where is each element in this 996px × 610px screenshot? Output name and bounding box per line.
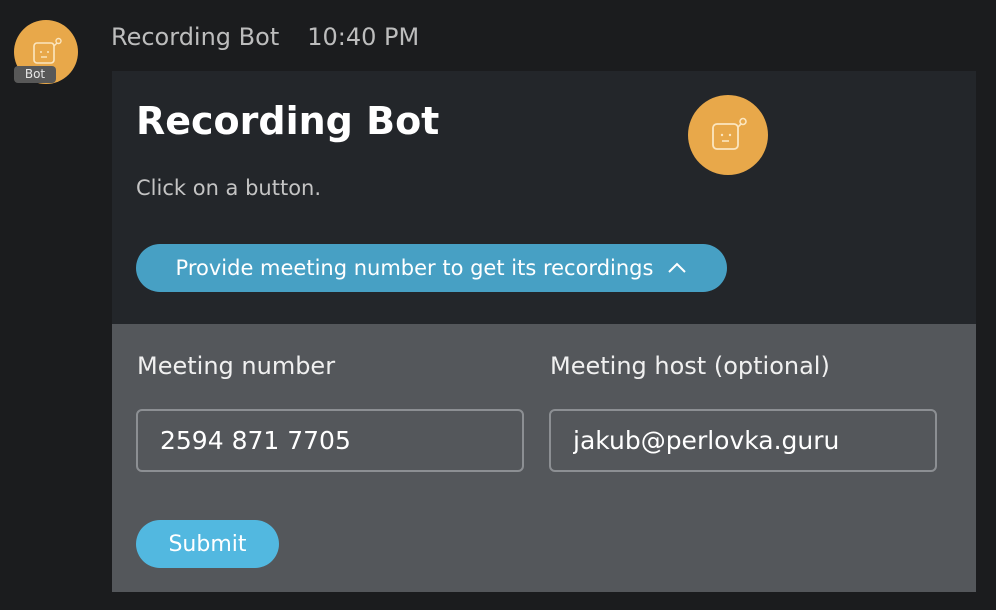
adaptive-card: Recording Bot Click on a button. Provide…	[112, 71, 976, 592]
sender-name: Recording Bot	[111, 23, 280, 51]
message-timestamp: 10:40 PM	[307, 23, 420, 51]
bot-avatar[interactable]: Bot	[14, 20, 78, 84]
meeting-host-input[interactable]	[549, 409, 937, 472]
meeting-form: Meeting number Meeting host (optional) S…	[112, 324, 976, 592]
card-subtitle: Click on a button.	[136, 176, 322, 200]
meeting-host-label: Meeting host (optional)	[550, 352, 830, 380]
toggle-button-label: Provide meeting number to get its record…	[175, 256, 654, 280]
bot-face-icon	[688, 95, 768, 175]
meeting-number-label: Meeting number	[137, 352, 336, 380]
meeting-number-input[interactable]	[136, 409, 524, 472]
bot-badge: Bot	[14, 66, 56, 83]
card-header-section: Recording Bot Click on a button. Provide…	[112, 71, 976, 324]
show-card-toggle-button[interactable]: Provide meeting number to get its record…	[136, 244, 727, 292]
message-header: Recording Bot 10:40 PM	[111, 20, 419, 54]
card-title: Recording Bot	[136, 99, 440, 143]
chevron-up-icon	[667, 262, 687, 274]
submit-button[interactable]: Submit	[136, 520, 279, 568]
